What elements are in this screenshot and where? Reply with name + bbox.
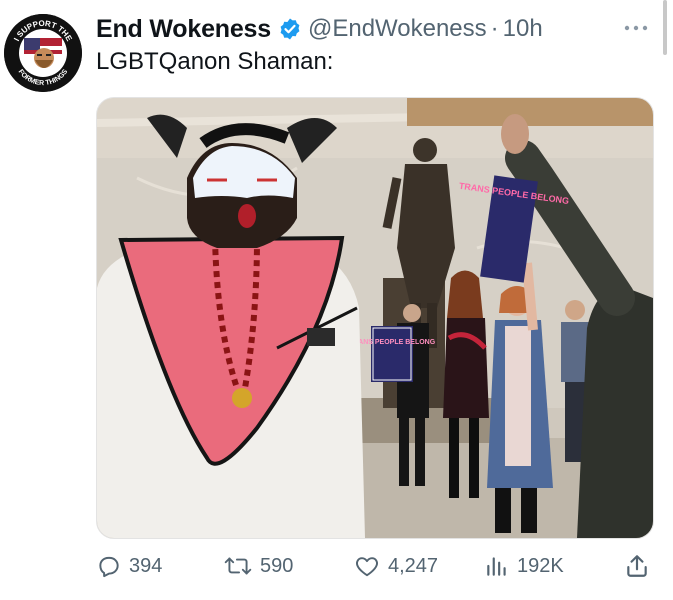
retweet-icon [224, 557, 252, 575]
views-count: 192K [517, 554, 564, 577]
scrollbar[interactable] [663, 0, 667, 55]
tweet-media-photo[interactable]: TRANS PEOPLE BELONG TRANS PEOPLE BELONG [96, 97, 654, 539]
avatar[interactable]: I SUPPORT THE FORMER THINGS [4, 14, 82, 92]
retweet-button[interactable]: 590 [223, 548, 293, 584]
like-count: 4,247 [388, 554, 439, 577]
protest-sign-small-text: TRANS PEOPLE BELONG [349, 339, 436, 346]
reply-count: 394 [129, 554, 163, 577]
display-name[interactable]: End Wokeness [96, 15, 271, 44]
reply-button[interactable]: 394 [96, 548, 162, 584]
views-icon [487, 557, 506, 576]
more-options-icon[interactable] [621, 18, 651, 38]
like-button[interactable]: 4,247 [353, 548, 438, 584]
share-button[interactable] [624, 548, 657, 584]
timestamp[interactable]: 10h [503, 15, 543, 43]
verified-badge-icon [280, 18, 300, 40]
user-handle[interactable]: @EndWokeness [308, 15, 487, 43]
views-button[interactable]: 192K [484, 548, 564, 584]
tweet-header: End Wokeness @EndWokeness · 10h [96, 12, 543, 46]
share-icon [627, 555, 647, 577]
like-icon [356, 557, 378, 577]
retweet-count: 590 [260, 554, 294, 577]
separator-dot: · [490, 15, 499, 42]
reply-icon [99, 556, 119, 578]
tweet-action-bar: 394 590 4,247 192K [96, 548, 656, 584]
tweet-text: LGBTQanon Shaman: [96, 48, 334, 75]
